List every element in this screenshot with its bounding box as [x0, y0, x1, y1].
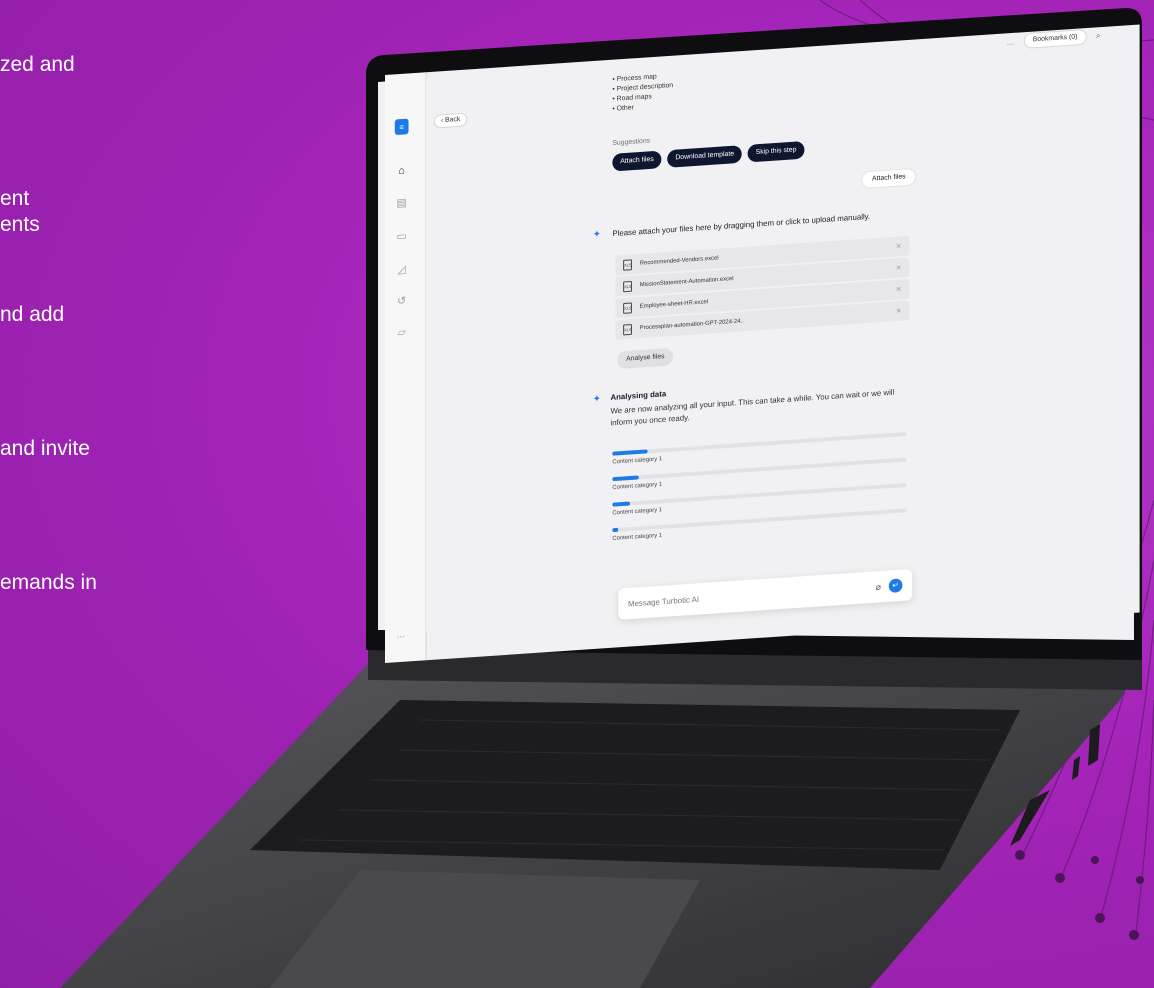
- progress-item: Content category 1: [612, 508, 907, 542]
- app-logo-icon[interactable]: ≡: [394, 118, 409, 136]
- remove-file-icon[interactable]: ✕: [896, 285, 902, 293]
- app-window: ≡ ⌂ ▤ ▭ ◿ ↺ ▱ ... ‹ Back ... Bookmarks (…: [385, 24, 1140, 663]
- analysing-section: ✦ Analysing data We are now analyzing al…: [593, 373, 916, 431]
- message-input[interactable]: [628, 582, 876, 609]
- file-icon: XLS: [623, 258, 632, 271]
- history-icon[interactable]: ↺: [395, 293, 409, 308]
- chat-icon[interactable]: ▭: [395, 228, 409, 243]
- bot-upload-message: ✦ Please attach your files here by dragg…: [593, 211, 870, 241]
- sparkle-icon: ✦: [592, 393, 601, 406]
- file-icon: XLS: [623, 280, 632, 292]
- file-name: MissionStatement-Automation.excel: [639, 276, 734, 289]
- file-name: Processplan-automation-GPT-2024-24..: [639, 318, 744, 332]
- search-icon[interactable]: ⌕: [1096, 31, 1100, 41]
- folder-icon[interactable]: ▱: [395, 324, 409, 339]
- download-template-chip[interactable]: Download template: [667, 145, 742, 168]
- more-menu-button[interactable]: ...: [1007, 37, 1014, 47]
- document-icon[interactable]: ▤: [395, 195, 409, 210]
- progress-list: Content category 1 Content category 1 Co…: [612, 432, 907, 554]
- chart-icon[interactable]: ◿: [395, 262, 409, 277]
- document-type-list: • Process map • Project description • Ro…: [612, 71, 673, 114]
- file-name: Employee-sheet-HR.excel: [639, 299, 709, 310]
- remove-file-icon[interactable]: ✕: [896, 242, 902, 250]
- progress-fill: [612, 527, 619, 533]
- back-label: Back: [445, 116, 461, 124]
- analyse-files-button[interactable]: Analyse files: [617, 347, 674, 370]
- suggestion-chips: Attach files Download template Skip this…: [612, 140, 805, 172]
- progress-fill: [612, 449, 648, 456]
- sidebar: ≡ ⌂ ▤ ▭ ◿ ↺ ▱ ...: [385, 72, 427, 663]
- attach-files-chip[interactable]: Attach files: [612, 150, 662, 172]
- message-composer: ⌀ ↵: [618, 568, 913, 620]
- suggestions-label: Suggestions: [612, 137, 651, 147]
- skip-step-chip[interactable]: Skip this step: [747, 140, 805, 163]
- remove-file-icon[interactable]: ✕: [896, 307, 902, 315]
- progress-fill: [612, 501, 630, 507]
- paperclip-icon[interactable]: ⌀: [876, 581, 881, 592]
- remove-file-icon[interactable]: ✕: [896, 264, 902, 272]
- file-icon: XLS: [623, 301, 632, 314]
- progress-fill: [612, 475, 639, 482]
- upload-prompt-text: Please attach your files here by draggin…: [612, 212, 871, 239]
- attached-files-list: XLS Recommended-Vendors.excel ✕ XLS Miss…: [615, 235, 910, 342]
- file-name: Recommended-Vendors.excel: [639, 255, 719, 267]
- home-icon[interactable]: ⌂: [395, 164, 409, 179]
- bookmarks-button[interactable]: Bookmarks (0): [1023, 28, 1087, 49]
- sidebar-more[interactable]: ...: [397, 629, 405, 640]
- send-button[interactable]: ↵: [888, 578, 903, 593]
- main-panel: ‹ Back ... Bookmarks (0) ⌕ • Process map…: [426, 24, 1140, 661]
- sparkle-icon: ✦: [592, 229, 601, 241]
- file-icon: XLS: [623, 323, 632, 335]
- back-button[interactable]: ‹ Back: [434, 112, 468, 129]
- user-message-bubble: Attach files: [861, 167, 917, 190]
